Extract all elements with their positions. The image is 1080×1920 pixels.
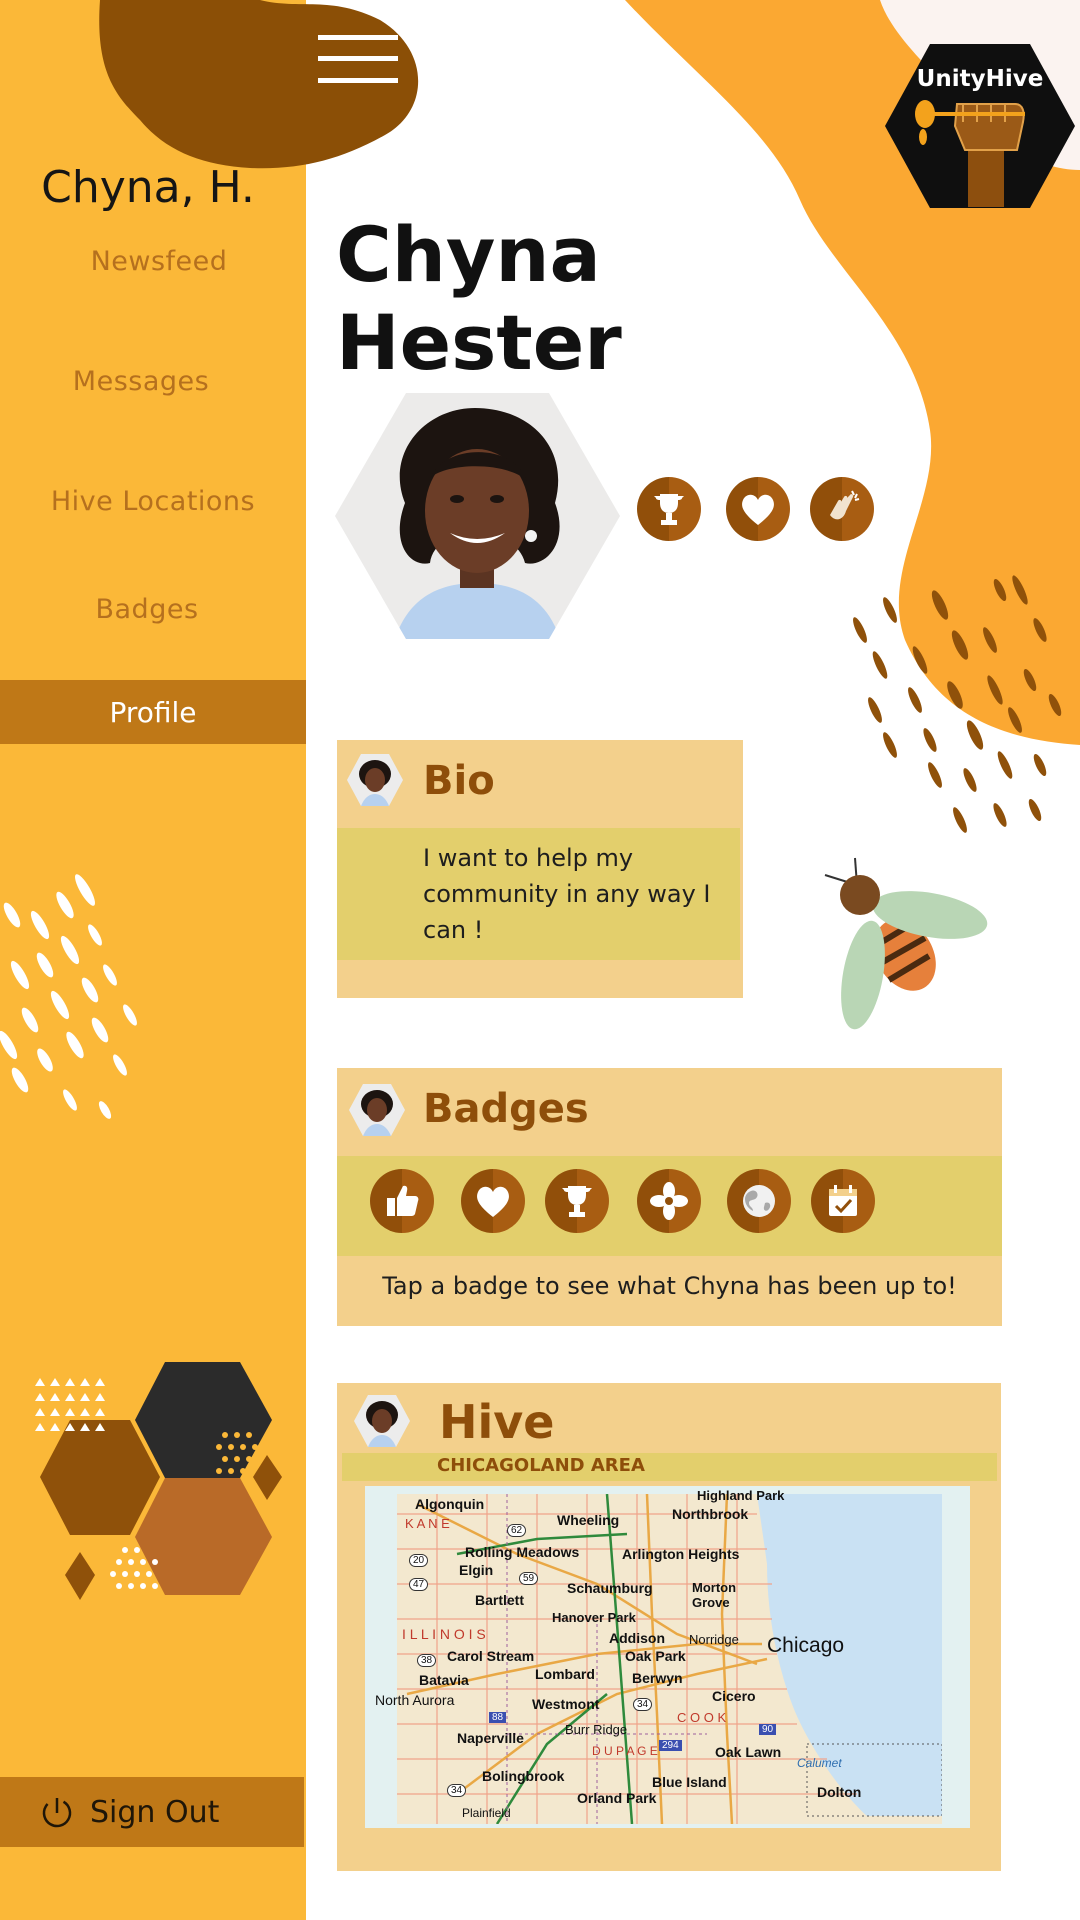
map-labels: Algonquin Highland Park Wheeling Northbr…	[375, 1488, 942, 1824]
map-label: C O O K	[677, 1710, 727, 1725]
map-label: Bolingbrook	[482, 1768, 565, 1784]
sidebar: Chyna, H. Newsfeed Messages Hive Locatio…	[0, 0, 306, 1920]
map-label: Schaumburg	[567, 1580, 653, 1596]
top-badge-heart[interactable]	[726, 477, 790, 541]
globe-icon	[743, 1185, 775, 1217]
route-shield: 88	[489, 1712, 507, 1723]
sidebar-item-profile[interactable]: Profile	[0, 680, 306, 744]
map-label: Oak Lawn	[715, 1744, 782, 1760]
flower-icon	[650, 1182, 688, 1220]
hive-map[interactable]: Algonquin Highland Park Wheeling Northbr…	[365, 1486, 970, 1828]
map-label: Chicago	[767, 1634, 845, 1657]
map-label: Addison	[609, 1630, 665, 1646]
badge-heart[interactable]	[461, 1169, 525, 1233]
sidebar-item-hive-locations[interactable]: Hive Locations	[0, 486, 306, 517]
top-badge-trophy[interactable]	[637, 477, 701, 541]
route-shield: 47	[409, 1578, 429, 1591]
map-label: Bartlett	[475, 1592, 525, 1608]
hive-area-label: CHICAGOLAND AREA	[437, 1455, 645, 1476]
bee-illustration	[824, 857, 988, 1030]
profile-avatar	[335, 393, 620, 639]
map-label: Hanover Park	[552, 1610, 636, 1625]
badge-trophy[interactable]	[545, 1169, 609, 1233]
bio-title: Bio	[423, 758, 495, 804]
map-label: K A N E	[405, 1516, 450, 1531]
bio-card: Bio I want to help my community in any w…	[337, 740, 743, 998]
heart-icon	[742, 494, 774, 525]
map-label: Cicero	[712, 1688, 756, 1704]
hive-card: Hive CHICAGOLAND AREA Algonquin Highland…	[337, 1383, 1001, 1871]
map-label: Burr Ridge	[565, 1722, 628, 1737]
map-label: Calumet	[797, 1756, 842, 1770]
map-label: Algonquin	[415, 1496, 485, 1512]
map-label: Highland Park	[697, 1488, 785, 1503]
power-icon	[42, 1798, 72, 1828]
map-label: Arlington Heights	[622, 1546, 740, 1562]
map-label: Norridge	[689, 1632, 739, 1647]
map-label: I L L I N O I S	[402, 1626, 486, 1642]
map-label: Batavia	[419, 1672, 469, 1688]
badges-avatar	[349, 1084, 405, 1136]
map-label: Lombard	[535, 1666, 595, 1682]
route-shield: 38	[417, 1654, 437, 1667]
map-label: Blue Island	[652, 1774, 727, 1790]
trophy-icon	[562, 1186, 592, 1217]
badges-card: Badges Tap a badge to see what Chyna has…	[337, 1068, 1002, 1326]
map-label: Dolton	[817, 1784, 862, 1800]
profile-first-name: Chyna	[336, 210, 601, 299]
map-label: Plainfield	[462, 1806, 511, 1820]
heart-icon	[477, 1186, 509, 1217]
map-label: Carol Stream	[447, 1648, 535, 1664]
route-shield: 59	[519, 1572, 539, 1585]
route-shield: 34	[633, 1698, 653, 1711]
sidebar-item-newsfeed[interactable]: Newsfeed	[6, 246, 306, 277]
hive-title: Hive	[439, 1395, 555, 1449]
map-label: Elgin	[459, 1562, 494, 1578]
hamburger-icon	[318, 35, 398, 83]
brand-logo[interactable]: UnityHive	[885, 42, 1075, 210]
badges-title: Badges	[423, 1086, 589, 1132]
badge-calendar[interactable]	[811, 1169, 875, 1233]
map-label: Northbrook	[672, 1506, 749, 1522]
map-label: Westmont	[532, 1696, 600, 1712]
brand-name: UnityHive	[916, 66, 1044, 92]
trophy-icon	[654, 494, 684, 525]
map-label: North Aurora	[375, 1692, 455, 1708]
map-label: Oak Park	[625, 1648, 686, 1664]
sidebar-decor	[0, 874, 282, 1600]
badge-thumbs-up[interactable]	[370, 1169, 434, 1233]
route-shield: 62	[507, 1524, 527, 1537]
calendar-check-icon	[829, 1185, 857, 1216]
header-blob	[99, 0, 419, 169]
profile-last-name: Hester	[336, 298, 622, 387]
badge-globe[interactable]	[727, 1169, 791, 1233]
map-label: D U P A G E	[592, 1744, 658, 1758]
bio-text: I want to help my community in any way I…	[423, 844, 711, 944]
route-shield: 90	[759, 1724, 777, 1735]
sidebar-item-messages[interactable]: Messages	[0, 366, 294, 397]
route-shield: 294	[659, 1740, 682, 1751]
map-label: Naperville	[457, 1730, 524, 1746]
sign-out-label: Sign Out	[90, 1794, 220, 1830]
route-shield: 34	[447, 1784, 467, 1797]
menu-button[interactable]	[318, 32, 398, 88]
map-label: Orland Park	[577, 1790, 657, 1806]
map-label: Morton Grove	[692, 1580, 737, 1610]
map-label: Rolling Meadows	[465, 1544, 580, 1560]
map-label: Wheeling	[557, 1512, 620, 1528]
sign-out-button[interactable]: Sign Out	[0, 1777, 304, 1847]
sidebar-item-badges[interactable]: Badges	[0, 594, 300, 625]
route-shield: 20	[409, 1554, 429, 1567]
badges-hint: Tap a badge to see what Chyna has been u…	[382, 1272, 957, 1300]
top-badge-clap[interactable]	[810, 477, 874, 541]
clapping-hands-icon	[830, 490, 860, 520]
hive-avatar	[354, 1395, 410, 1447]
bio-avatar	[347, 754, 403, 806]
thumbs-up-icon	[387, 1185, 419, 1216]
badge-flower[interactable]	[637, 1169, 701, 1233]
map-label: Berwyn	[632, 1670, 683, 1686]
